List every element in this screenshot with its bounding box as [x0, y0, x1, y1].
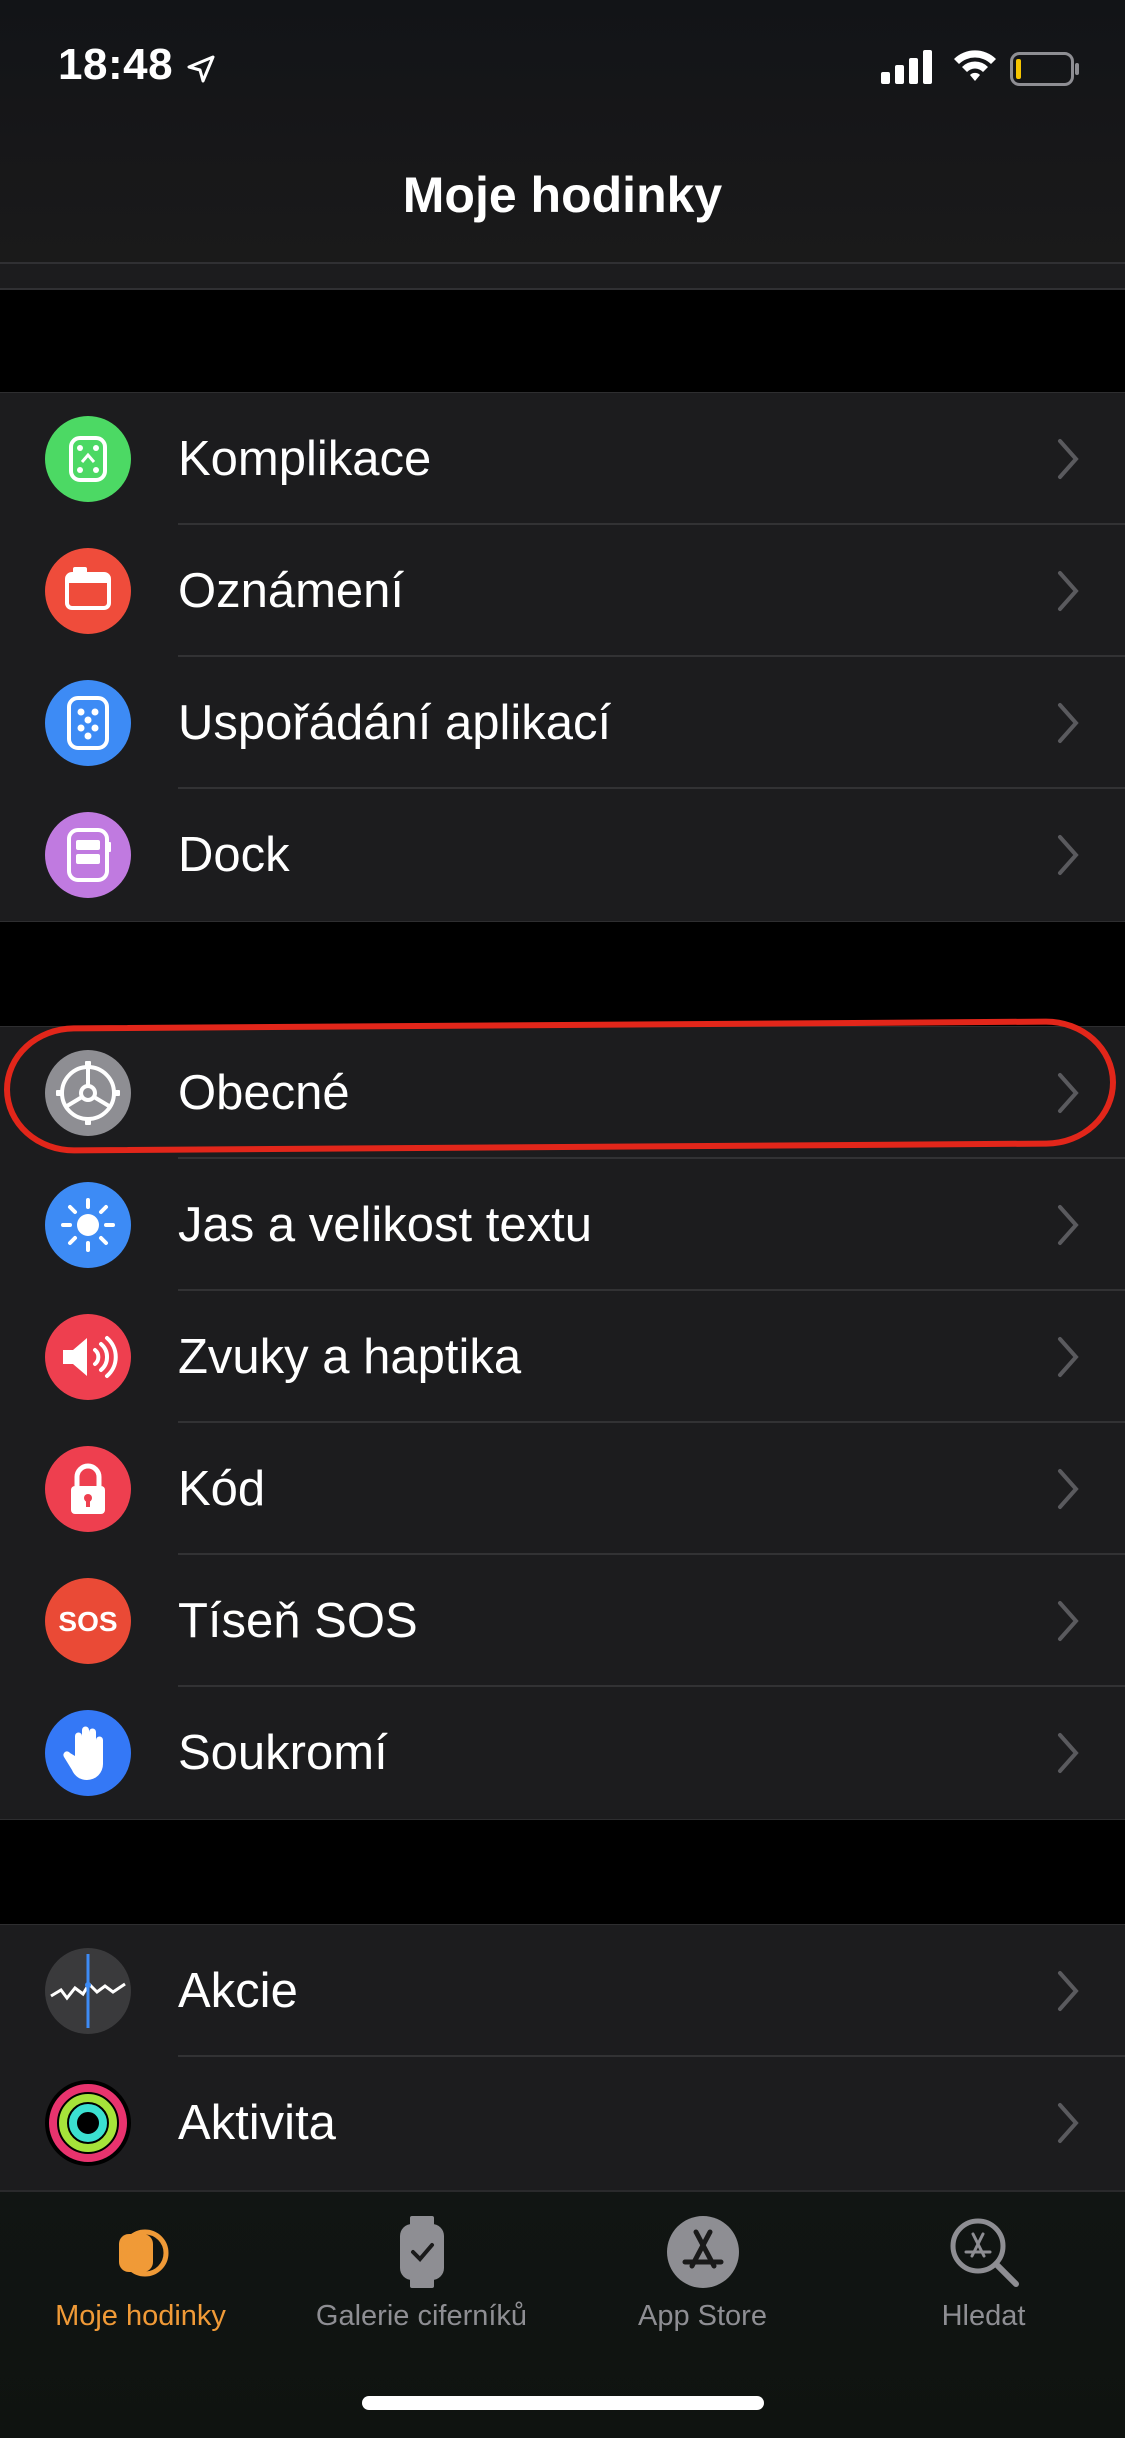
- row-kod[interactable]: Kód: [0, 1423, 1125, 1555]
- app-layout-icon: [45, 680, 131, 766]
- tab-app-store[interactable]: App Store: [562, 2192, 843, 2352]
- row-soukromi[interactable]: Soukromí: [0, 1687, 1125, 1819]
- tab-label: Moje hodinky: [55, 2300, 226, 2332]
- row-label: Aktivita: [178, 2096, 336, 2150]
- chevron-right-icon: [1058, 1337, 1079, 1377]
- sos-icon: SOS: [45, 1578, 131, 1664]
- row-label: Uspořádání aplikací: [178, 696, 612, 750]
- tab-label: Galerie ciferníků: [315, 2300, 528, 2332]
- complications-icon: [45, 416, 131, 502]
- row-label: Dock: [178, 828, 290, 882]
- chevron-right-icon: [1058, 1205, 1079, 1245]
- home-indicator[interactable]: [362, 2396, 764, 2410]
- row-usporadani-aplikaci[interactable]: Uspořádání aplikací: [0, 657, 1125, 789]
- watch-icon: [118, 2229, 168, 2277]
- sun-icon: [45, 1182, 131, 1268]
- settings-group-watch-faces: Komplikace Oznámení Uspořádání aplikací …: [0, 392, 1125, 922]
- speaker-icon: [45, 1314, 131, 1400]
- row-zvuky-a-haptika[interactable]: Zvuky a haptika: [0, 1291, 1125, 1423]
- tab-moje-hodinky[interactable]: Moje hodinky: [0, 2192, 281, 2352]
- app-store-icon: [666, 2216, 739, 2288]
- settings-group-apps: Akcie Aktivita: [0, 1924, 1125, 2192]
- battery-icon: [1010, 52, 1079, 86]
- chevron-right-icon: [1058, 439, 1079, 479]
- list-top-edge: [0, 264, 1125, 290]
- chevron-right-icon: [1058, 1971, 1079, 2011]
- chevron-right-icon: [1058, 835, 1079, 875]
- tab-galerie-cifernikuu[interactable]: Galerie ciferníků: [281, 2192, 562, 2352]
- tab-hledat[interactable]: Hledat: [843, 2192, 1124, 2352]
- chevron-right-icon: [1058, 703, 1079, 743]
- dock-icon: [45, 812, 131, 898]
- status-bar: 18:48: [0, 0, 1125, 140]
- row-oznameni[interactable]: Oznámení: [0, 525, 1125, 657]
- row-tisen-sos[interactable]: SOS Tíseň SOS: [0, 1555, 1125, 1687]
- row-label: Komplikace: [178, 432, 432, 486]
- row-label: Jas a velikost textu: [178, 1198, 592, 1252]
- stocks-icon: [45, 1948, 131, 2034]
- row-label: Tíseň SOS: [178, 1594, 418, 1648]
- hand-icon: [45, 1710, 131, 1796]
- row-dock[interactable]: Dock: [0, 789, 1125, 921]
- row-label: Akcie: [178, 1964, 298, 2018]
- row-aktivita[interactable]: Aktivita: [0, 2057, 1125, 2189]
- row-label: Oznámení: [178, 564, 405, 618]
- navigation-bar: 18:48 Moje hodinky: [0, 0, 1125, 265]
- tab-label: App Store: [638, 2300, 767, 2332]
- row-akcie[interactable]: Akcie: [0, 1925, 1125, 2057]
- chevron-right-icon: [1058, 1601, 1079, 1641]
- lock-icon: [45, 1446, 131, 1532]
- watch-face-gallery-icon: [399, 2216, 444, 2288]
- highlight-annotation: [3, 1018, 1117, 1154]
- chevron-right-icon: [1058, 2103, 1079, 2143]
- row-label: Soukromí: [178, 1726, 388, 1780]
- row-komplikace[interactable]: Komplikace: [0, 393, 1125, 525]
- search-icon: [950, 2218, 1019, 2287]
- chevron-right-icon: [1058, 1469, 1079, 1509]
- row-label: Zvuky a haptika: [178, 1330, 522, 1384]
- sos-icon-text: SOS: [58, 1606, 117, 1637]
- row-label: Kód: [178, 1462, 266, 1516]
- wifi-icon: [954, 50, 996, 81]
- location-arrow-icon: [187, 55, 215, 83]
- status-time: 18:48: [58, 40, 174, 89]
- activity-rings-icon: [45, 2080, 131, 2166]
- page-title: Moje hodinky: [402, 167, 723, 223]
- chevron-right-icon: [1058, 1733, 1079, 1773]
- cellular-signal-icon: [881, 50, 932, 84]
- tab-label: Hledat: [941, 2300, 1026, 2332]
- chevron-right-icon: [1058, 571, 1079, 611]
- row-jas-a-velikost-textu[interactable]: Jas a velikost textu: [0, 1159, 1125, 1291]
- notifications-icon: [45, 548, 131, 634]
